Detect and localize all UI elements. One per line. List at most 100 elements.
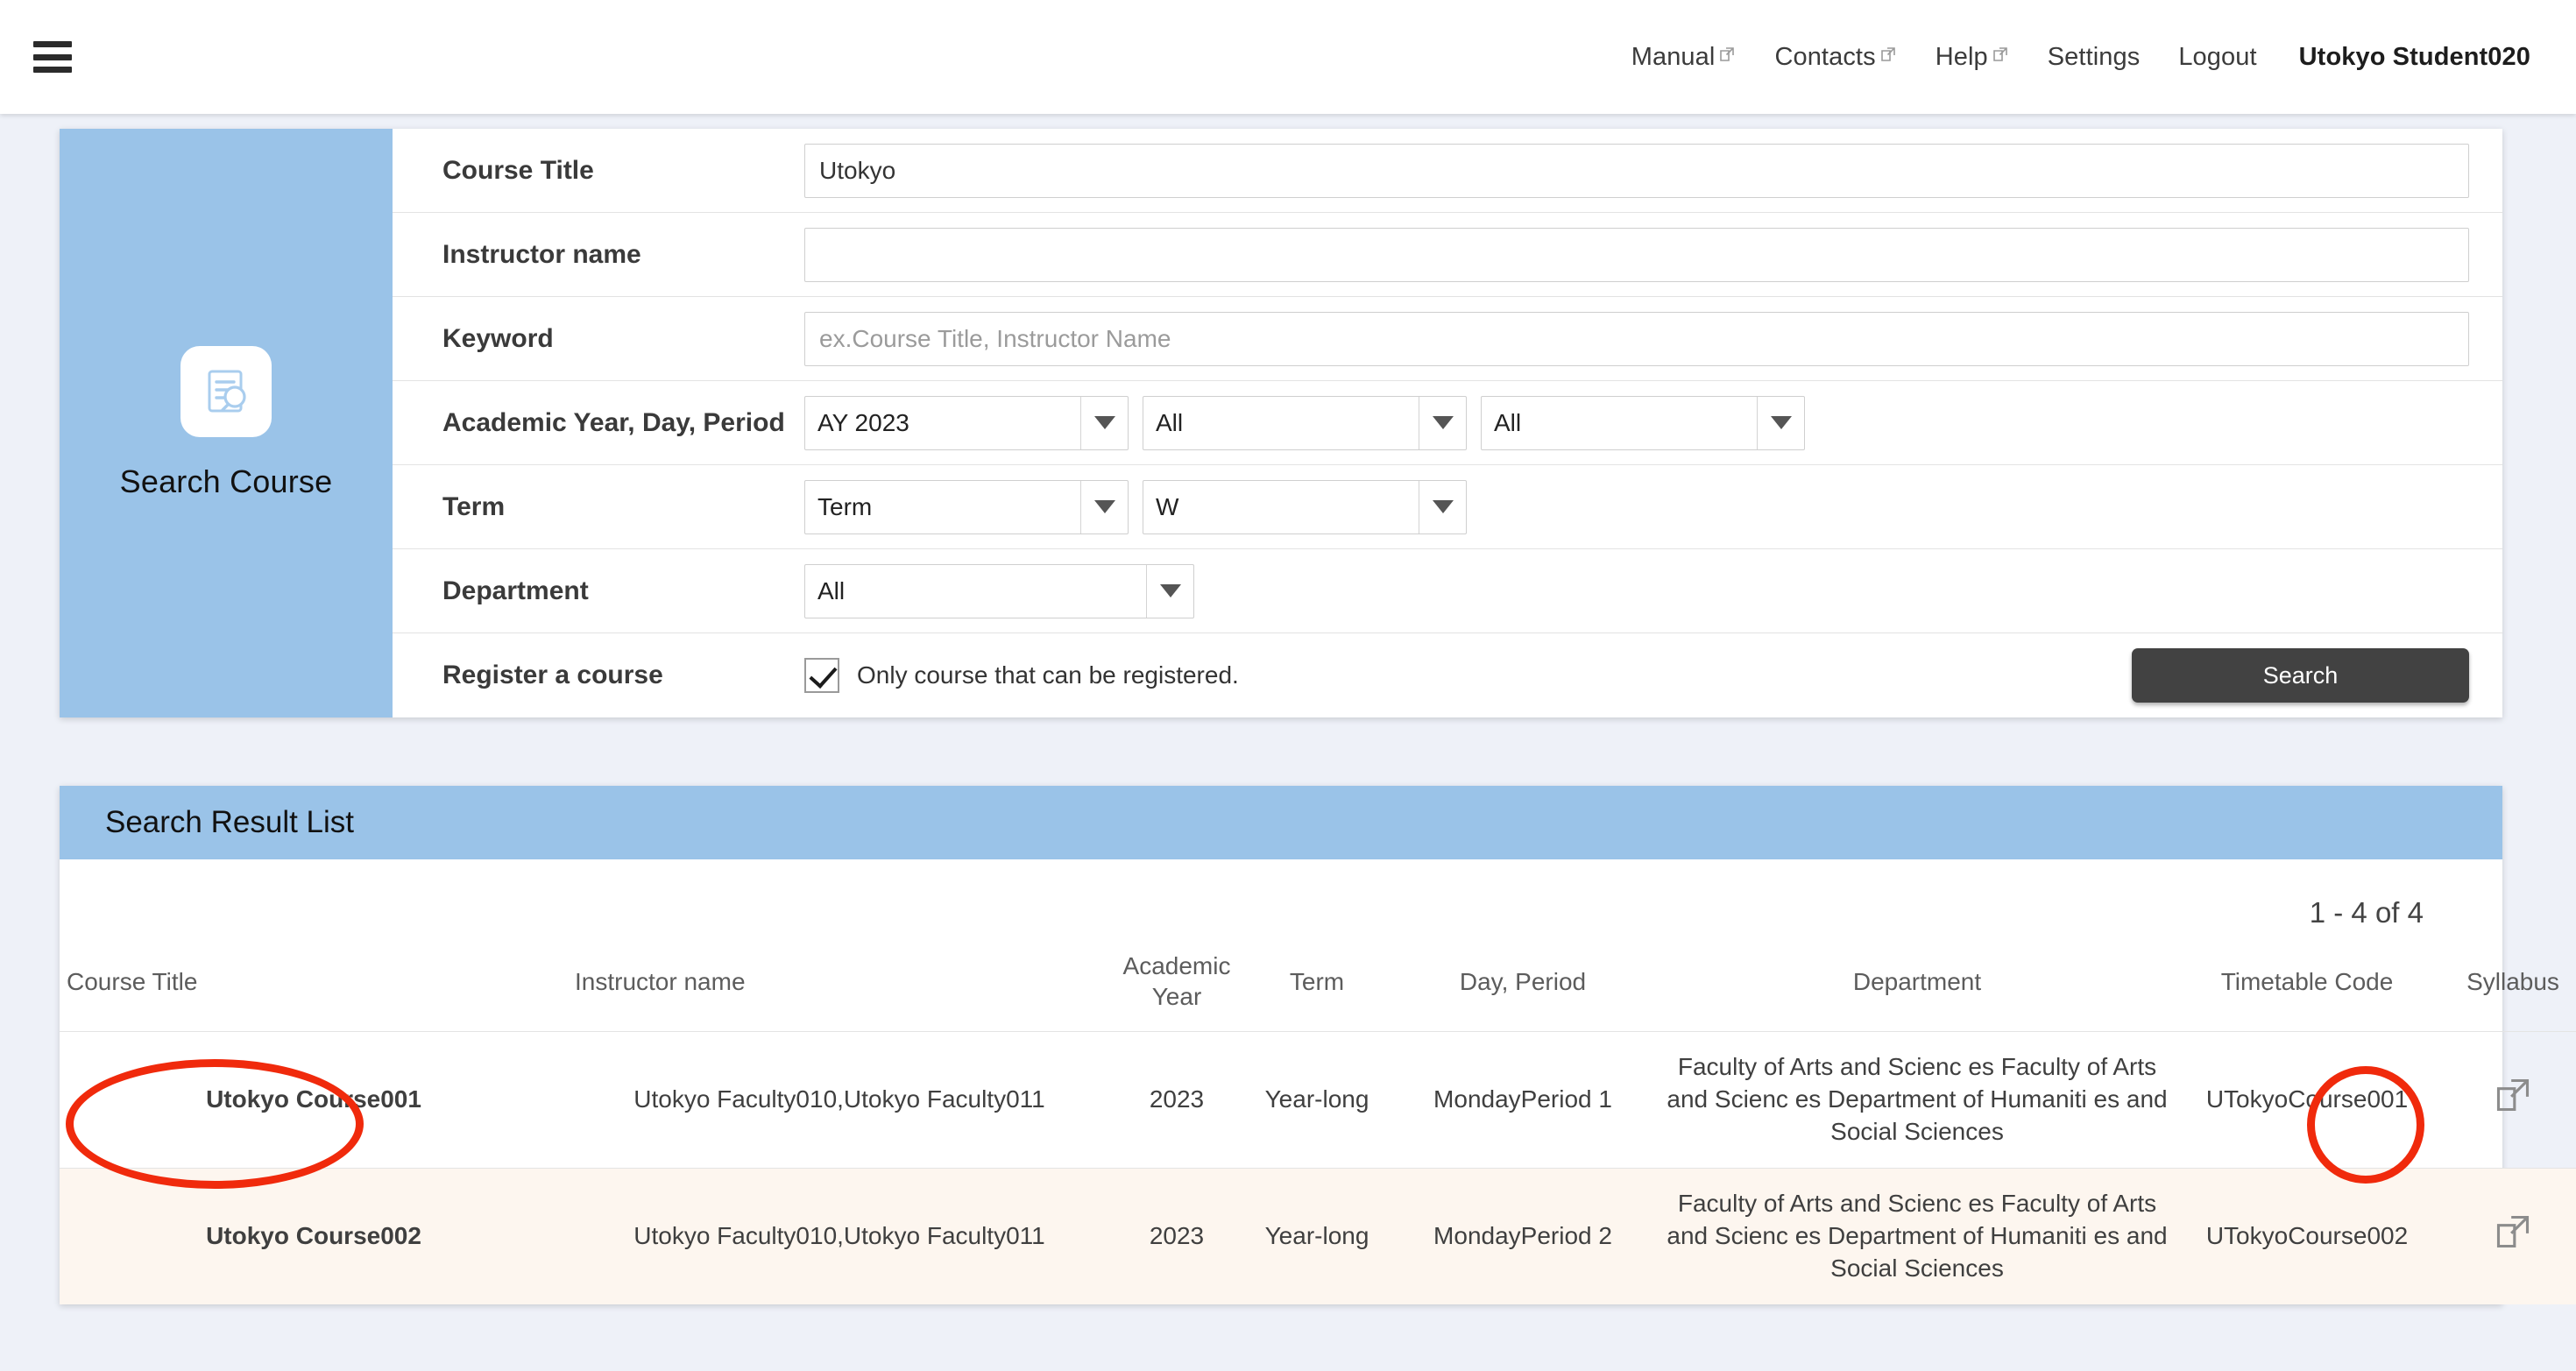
term-type-select[interactable]: Term (804, 480, 1129, 534)
control-instructor-name (804, 228, 2502, 282)
day-select[interactable]: All (1143, 396, 1467, 450)
hamburger-bar (33, 41, 72, 47)
academic-year-select[interactable]: AY 2023 (804, 396, 1129, 450)
search-result-title: Search Result List (105, 805, 354, 840)
term-value-select[interactable]: W (1143, 480, 1467, 534)
nav-link-settings[interactable]: Settings (2028, 43, 2160, 72)
table-body: Utokyo Course001 Utokyo Faculty010,Utoky… (60, 1032, 2576, 1304)
label-academic-year-day-period: Academic Year, Day, Period (393, 406, 804, 441)
keyword-input[interactable] (804, 312, 2469, 366)
form-row-term: Term Term W (393, 465, 2502, 549)
label-course-title: Course Title (393, 153, 804, 188)
nav-link-logout[interactable]: Logout (2159, 43, 2275, 72)
column-header-department: Department (1654, 938, 2180, 1032)
label-instructor-name: Instructor name (393, 237, 804, 272)
form-row-instructor-name: Instructor name (393, 213, 2502, 297)
cell-instructor: Utokyo Faculty010,Utokyo Faculty011 (568, 1032, 1111, 1169)
search-panel-title: Search Course (120, 463, 333, 500)
chevron-down-icon (1419, 481, 1466, 534)
external-link-icon[interactable] (2494, 1212, 2532, 1251)
cell-instructor: Utokyo Faculty010,Utokyo Faculty011 (568, 1168, 1111, 1304)
nav-link-contacts[interactable]: Contacts (1755, 43, 1915, 72)
search-result-panel: Search Result List 1 - 4 of 4 Course Tit… (60, 786, 2502, 1304)
search-result-table: Course Title Instructor name Academic Ye… (60, 938, 2576, 1304)
search-form: Course Title Instructor name Keyword (393, 129, 2502, 717)
cell-syllabus (2434, 1168, 2576, 1304)
label-register-a-course: Register a course (393, 658, 804, 693)
external-link-icon (1992, 46, 2009, 63)
term-value: W (1143, 493, 1419, 521)
top-header-bar: Manual Contacts (0, 0, 2576, 114)
search-result-header: Search Result List (60, 786, 2502, 859)
control-register-a-course: Only course that can be registered. Sear… (804, 648, 2502, 703)
chevron-down-icon (1080, 397, 1128, 449)
hamburger-menu-icon[interactable] (33, 41, 72, 73)
cell-academic-year: 2023 (1111, 1168, 1242, 1304)
cell-department: Faculty of Arts and Scienc es Faculty of… (1654, 1032, 2180, 1169)
search-panel-sidebar: Search Course (60, 129, 393, 717)
search-course-panel: Search Course Course Title Instructor na… (60, 129, 2502, 717)
page-content: Search Course Course Title Instructor na… (0, 129, 2576, 1304)
control-department: All (804, 564, 2502, 618)
control-term: Term W (804, 480, 2502, 534)
nav-label-contacts: Contacts (1774, 43, 1875, 72)
cell-course-title[interactable]: Utokyo Course002 (60, 1168, 568, 1304)
cell-term: Year-long (1242, 1168, 1391, 1304)
hamburger-bar (33, 67, 72, 73)
column-header-syllabus: Syllabus (2434, 938, 2576, 1032)
external-link-icon[interactable] (2494, 1076, 2532, 1114)
table-header-row: Course Title Instructor name Academic Ye… (60, 938, 2576, 1032)
table-row[interactable]: Utokyo Course002 Utokyo Faculty010,Utoky… (60, 1168, 2576, 1304)
header-nav: Manual Contacts (1612, 43, 2530, 72)
column-header-academic-year: Academic Year (1111, 938, 1242, 1032)
control-academic-year-day-period: AY 2023 All All (804, 396, 2502, 450)
chevron-down-icon (1419, 397, 1466, 449)
label-term: Term (393, 490, 804, 525)
search-result-body: 1 - 4 of 4 Course Title Instructor name … (60, 859, 2502, 1304)
period-value: All (1482, 409, 1757, 437)
document-search-icon (180, 346, 272, 437)
cell-timetable-code: UTokyoCourse002 (2180, 1168, 2434, 1304)
external-link-icon (1879, 46, 1897, 63)
chevron-down-icon (1757, 397, 1804, 449)
registerable-only-checkbox[interactable] (804, 658, 839, 693)
nav-label-help: Help (1936, 43, 1988, 72)
chevron-down-icon (1146, 565, 1193, 618)
form-row-keyword: Keyword (393, 297, 2502, 381)
instructor-name-input[interactable] (804, 228, 2469, 282)
app-root: Manual Contacts (0, 0, 2576, 1371)
department-value: All (805, 577, 1146, 605)
hamburger-bar (33, 54, 72, 60)
cell-timetable-code: UTokyoCourse001 (2180, 1032, 2434, 1169)
column-header-day-period: Day, Period (1391, 938, 1654, 1032)
table-row[interactable]: Utokyo Course001 Utokyo Faculty010,Utoky… (60, 1032, 2576, 1169)
registerable-only-label: Only course that can be registered. (857, 661, 1239, 689)
control-keyword (804, 312, 2502, 366)
nav-label-manual: Manual (1631, 43, 1716, 72)
column-header-instructor-name: Instructor name (568, 938, 1111, 1032)
academic-year-value: AY 2023 (805, 409, 1080, 437)
day-value: All (1143, 409, 1419, 437)
nav-link-help[interactable]: Help (1916, 43, 2028, 72)
result-count: 1 - 4 of 4 (2310, 896, 2424, 929)
column-header-timetable-code: Timetable Code (2180, 938, 2434, 1032)
external-link-icon (1718, 46, 1736, 63)
course-title-input[interactable] (804, 144, 2469, 198)
period-select[interactable]: All (1481, 396, 1805, 450)
label-keyword: Keyword (393, 322, 804, 357)
chevron-down-icon (1080, 481, 1128, 534)
cell-day-period: MondayPeriod 1 (1391, 1032, 1654, 1169)
nav-link-manual[interactable]: Manual (1612, 43, 1756, 72)
cell-course-title[interactable]: Utokyo Course001 (60, 1032, 568, 1169)
registerable-checkbox-group: Only course that can be registered. (804, 658, 1239, 693)
form-row-register-a-course: Register a course Only course that can b… (393, 633, 2502, 717)
search-button[interactable]: Search (2132, 648, 2469, 703)
cell-department: Faculty of Arts and Scienc es Faculty of… (1654, 1168, 2180, 1304)
form-row-department: Department All (393, 549, 2502, 633)
current-user-name: Utokyo Student020 (2276, 43, 2530, 72)
result-count-row: 1 - 4 of 4 (60, 859, 2502, 938)
department-select[interactable]: All (804, 564, 1194, 618)
cell-syllabus (2434, 1032, 2576, 1169)
column-header-course-title: Course Title (60, 938, 568, 1032)
column-header-term: Term (1242, 938, 1391, 1032)
